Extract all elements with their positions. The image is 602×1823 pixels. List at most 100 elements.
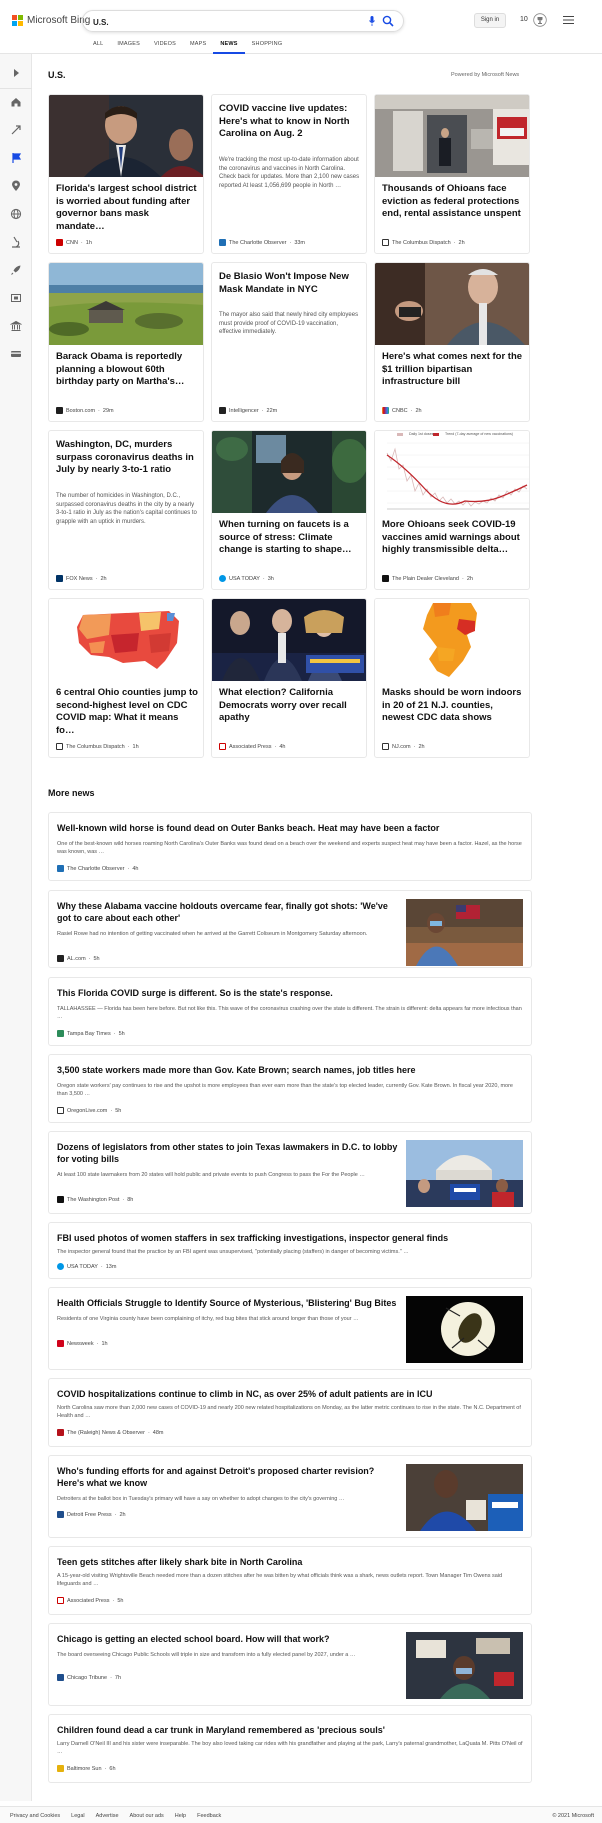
card-source[interactable]: The Columbus Dispatch · 1h bbox=[56, 743, 139, 750]
news-card[interactable]: Barack Obama is reportedly planning a bl… bbox=[48, 262, 204, 422]
card-source[interactable]: The Charlotte Observer · 33m bbox=[219, 239, 305, 246]
article-headline[interactable]: Dozens of legislators from other states … bbox=[57, 1141, 402, 1165]
news-card[interactable]: Masks should be worn indoors in 20 of 21… bbox=[374, 598, 530, 758]
card-source[interactable]: NJ.com · 2h bbox=[382, 743, 425, 750]
card-source[interactable]: The Columbus Dispatch · 2h bbox=[382, 239, 465, 246]
card-icon[interactable] bbox=[10, 348, 22, 360]
news-card[interactable]: COVID vaccine live updates: Here's what … bbox=[211, 94, 367, 254]
article-source[interactable]: Chicago Tribune · 7h bbox=[57, 1674, 121, 1681]
article-source[interactable]: The Charlotte Observer · 4h bbox=[57, 865, 138, 872]
footer-link-legal[interactable]: Legal bbox=[71, 1813, 84, 1819]
article-headline[interactable]: Well-known wild horse is found dead on O… bbox=[57, 822, 525, 834]
news-article[interactable]: COVID hospitalizations continue to climb… bbox=[48, 1378, 532, 1447]
microscope-icon[interactable] bbox=[10, 236, 22, 248]
news-article[interactable]: Well-known wild horse is found dead on O… bbox=[48, 812, 532, 881]
article-headline[interactable]: Health Officials Struggle to Identify So… bbox=[57, 1297, 402, 1309]
news-card[interactable]: De Blasio Won't Impose New Mask Mandate … bbox=[211, 262, 367, 422]
card-source[interactable]: The Plain Dealer Cleveland · 2h bbox=[382, 575, 473, 582]
tab-images[interactable]: IMAGES bbox=[110, 41, 147, 54]
footer-link-feedback[interactable]: Feedback bbox=[197, 1813, 221, 1819]
card-source[interactable]: Intelligencer · 22m bbox=[219, 407, 277, 414]
card-headline[interactable]: Barack Obama is reportedly planning a bl… bbox=[56, 351, 198, 389]
hamburger-menu-icon[interactable] bbox=[563, 16, 574, 24]
news-article[interactable]: Health Officials Struggle to Identify So… bbox=[48, 1287, 532, 1370]
card-headline[interactable]: Florida's largest school district is wor… bbox=[56, 183, 198, 233]
card-source[interactable]: USA TODAY · 3h bbox=[219, 575, 274, 582]
bing-logo[interactable]: Microsoft Bing bbox=[12, 15, 90, 26]
card-source[interactable]: CNBC · 2h bbox=[382, 407, 422, 414]
news-card[interactable]: What election? California Democrats worr… bbox=[211, 598, 367, 758]
tab-all[interactable]: ALL bbox=[86, 41, 110, 54]
tab-news[interactable]: NEWS bbox=[213, 41, 245, 54]
news-article[interactable]: Why these Alabama vaccine holdouts overc… bbox=[48, 890, 532, 968]
article-source[interactable]: Baltimore Sun · 6h bbox=[57, 1765, 116, 1772]
card-headline[interactable]: When turning on faucets is a source of s… bbox=[219, 519, 361, 557]
article-source[interactable]: Tampa Bay Times · 5h bbox=[57, 1030, 125, 1037]
news-article[interactable]: Children found dead a car trunk in Maryl… bbox=[48, 1714, 532, 1783]
rocket-icon[interactable] bbox=[10, 264, 22, 276]
microphone-icon[interactable] bbox=[369, 16, 375, 26]
card-headline[interactable]: What election? California Democrats worr… bbox=[219, 687, 361, 725]
rewards-trophy-icon[interactable] bbox=[533, 13, 547, 27]
card-headline[interactable]: 6 central Ohio counties jump to second-h… bbox=[56, 687, 198, 737]
footer-link-help[interactable]: Help bbox=[175, 1813, 186, 1819]
article-headline[interactable]: FBI used photos of women staffers in sex… bbox=[57, 1232, 525, 1244]
article-source[interactable]: Newsweek · 1h bbox=[57, 1340, 108, 1347]
article-source[interactable]: USA TODAY · 13m bbox=[57, 1263, 116, 1270]
expand-arrow-icon[interactable] bbox=[10, 67, 22, 79]
film-icon[interactable] bbox=[10, 292, 22, 304]
article-headline[interactable]: Children found dead a car trunk in Maryl… bbox=[57, 1724, 525, 1736]
article-headline[interactable]: 3,500 state workers made more than Gov. … bbox=[57, 1064, 525, 1076]
building-icon[interactable] bbox=[10, 320, 22, 332]
news-card[interactable]: Thousands of Ohioans face eviction as fe… bbox=[374, 94, 530, 254]
article-headline[interactable]: This Florida COVID surge is different. S… bbox=[57, 987, 525, 999]
article-source[interactable]: The Washington Post · 8h bbox=[57, 1196, 133, 1203]
footer-link-advertise[interactable]: Advertise bbox=[96, 1813, 119, 1819]
card-headline[interactable]: Thousands of Ohioans face eviction as fe… bbox=[382, 183, 524, 221]
news-article[interactable]: Teen gets stitches after likely shark bi… bbox=[48, 1546, 532, 1615]
globe-icon[interactable] bbox=[10, 208, 22, 220]
us-flag-icon[interactable] bbox=[10, 152, 22, 164]
article-source[interactable]: Associated Press · 5h bbox=[57, 1597, 123, 1604]
article-headline[interactable]: Why these Alabama vaccine holdouts overc… bbox=[57, 900, 402, 924]
card-headline[interactable]: Masks should be worn indoors in 20 of 21… bbox=[382, 687, 524, 725]
news-card[interactable]: Washington, DC, murders surpass coronavi… bbox=[48, 430, 204, 590]
news-article[interactable]: Dozens of legislators from other states … bbox=[48, 1131, 532, 1214]
card-source[interactable]: CNN · 1h bbox=[56, 239, 92, 246]
article-headline[interactable]: Chicago is getting an elected school boa… bbox=[57, 1633, 402, 1645]
card-headline[interactable]: Washington, DC, murders surpass coronavi… bbox=[56, 439, 198, 477]
tab-maps[interactable]: MAPS bbox=[183, 41, 213, 54]
rewards-count[interactable]: 10 bbox=[520, 16, 528, 23]
article-headline[interactable]: Who's funding efforts for and against De… bbox=[57, 1465, 402, 1489]
powered-by-label[interactable]: Powered by Microsoft News bbox=[451, 72, 519, 78]
news-article[interactable]: Chicago is getting an elected school boa… bbox=[48, 1623, 532, 1706]
location-pin-icon[interactable] bbox=[10, 180, 22, 192]
article-source[interactable]: The (Raleigh) News & Observer · 48m bbox=[57, 1429, 164, 1436]
card-source[interactable]: Boston.com · 29m bbox=[56, 407, 114, 414]
card-source[interactable]: FOX News · 2h bbox=[56, 575, 107, 582]
footer-link-privacy[interactable]: Privacy and Cookies bbox=[10, 1813, 60, 1819]
article-headline[interactable]: COVID hospitalizations continue to climb… bbox=[57, 1388, 525, 1400]
article-headline[interactable]: Teen gets stitches after likely shark bi… bbox=[57, 1556, 525, 1568]
home-icon[interactable] bbox=[10, 96, 22, 108]
news-card[interactable]: Daily 1st doses Trend (7-day average of … bbox=[374, 430, 530, 590]
card-source[interactable]: Associated Press · 4h bbox=[219, 743, 285, 750]
search-input[interactable] bbox=[93, 15, 333, 29]
news-article[interactable]: FBI used photos of women staffers in sex… bbox=[48, 1222, 532, 1279]
tab-videos[interactable]: VIDEOS bbox=[147, 41, 183, 54]
news-card[interactable]: When turning on faucets is a source of s… bbox=[211, 430, 367, 590]
card-headline[interactable]: De Blasio Won't Impose New Mask Mandate … bbox=[219, 271, 361, 296]
article-source[interactable]: OregonLive.com · 5h bbox=[57, 1107, 121, 1114]
news-card[interactable]: Here's what comes next for the $1 trilli… bbox=[374, 262, 530, 422]
search-icon[interactable] bbox=[382, 15, 394, 27]
article-source[interactable]: Detroit Free Press · 2h bbox=[57, 1511, 126, 1518]
footer-link-about-ads[interactable]: About our ads bbox=[130, 1813, 164, 1819]
card-headline[interactable]: Here's what comes next for the $1 trilli… bbox=[382, 351, 524, 389]
news-article[interactable]: Who's funding efforts for and against De… bbox=[48, 1455, 532, 1538]
tab-shopping[interactable]: SHOPPING bbox=[245, 41, 290, 54]
sign-in-button[interactable]: Sign in bbox=[474, 13, 506, 28]
article-source[interactable]: AL.com · 5h bbox=[57, 955, 100, 962]
news-article[interactable]: This Florida COVID surge is different. S… bbox=[48, 977, 532, 1046]
trending-arrows-icon[interactable] bbox=[10, 124, 22, 136]
news-article[interactable]: 3,500 state workers made more than Gov. … bbox=[48, 1054, 532, 1123]
